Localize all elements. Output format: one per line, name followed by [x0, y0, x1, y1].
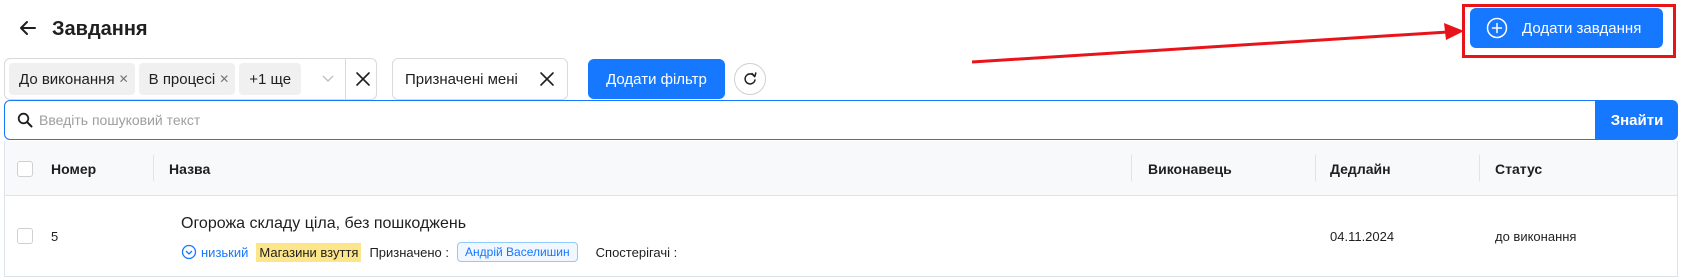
- add-filter-button[interactable]: Додати фільтр: [588, 59, 725, 99]
- status-filter-select[interactable]: До виконання ✕ В процесі ✕ +1 ще: [4, 58, 377, 100]
- divider: [345, 59, 346, 99]
- watchers-label-text: Спостерігачі: [595, 244, 671, 260]
- column-header-deadline[interactable]: Дедлайн: [1330, 141, 1391, 196]
- status-more-tag[interactable]: +1 ще: [239, 63, 302, 95]
- column-divider: [1131, 155, 1132, 181]
- column-header-status[interactable]: Статус: [1495, 141, 1542, 196]
- assigned-label: Призначено :: [369, 244, 450, 260]
- close-icon[interactable]: ✕: [119, 72, 129, 86]
- column-divider: [1315, 155, 1316, 181]
- close-icon[interactable]: [537, 69, 557, 89]
- store-tag: Магазини взуття: [256, 242, 362, 262]
- page-title: Завдання: [52, 18, 148, 40]
- column-header-assignee[interactable]: Виконавець: [1148, 141, 1232, 196]
- status-tag-label: В процесі: [148, 70, 216, 88]
- add-task-label: Додати завдання: [1522, 19, 1642, 37]
- column-header-number[interactable]: Номер: [51, 141, 96, 196]
- chevron-down-icon[interactable]: [321, 71, 335, 87]
- task-number: 5: [51, 229, 59, 244]
- clear-status-filter-icon[interactable]: [353, 69, 373, 89]
- assigned-filter-label: Призначені мені: [405, 70, 518, 88]
- task-meta: низький Магазини взуття Призначено : Анд…: [181, 241, 677, 263]
- task-title[interactable]: Огорожа складу ціла, без пошкоджень: [181, 215, 466, 233]
- select-all-checkbox[interactable]: [17, 160, 33, 177]
- table-header: Номер Назва Виконавець Дедлайн Статус: [5, 141, 1677, 196]
- close-icon[interactable]: ✕: [219, 72, 229, 86]
- assigned-label-text: Призначено: [369, 244, 442, 260]
- priority-label: низький: [201, 244, 249, 260]
- select-all-cell: [17, 141, 33, 196]
- status-tag-label: До виконання: [19, 70, 115, 88]
- row-checkbox[interactable]: [17, 228, 33, 244]
- reset-filters-button[interactable]: [734, 63, 766, 95]
- column-divider: [1479, 155, 1480, 181]
- assigned-to-me-filter[interactable]: Призначені мені: [392, 58, 568, 100]
- chevron-down-circle-icon: [181, 244, 197, 260]
- table-row[interactable]: 5 Огорожа складу ціла, без пошкоджень ни…: [5, 197, 1677, 277]
- search-icon: [17, 112, 33, 128]
- tasks-table: Номер Назва Виконавець Дедлайн Статус 5 …: [4, 141, 1678, 277]
- row-select-cell: [17, 228, 33, 244]
- refresh-icon: [744, 72, 757, 85]
- search-box[interactable]: [4, 100, 1596, 140]
- status-tag[interactable]: В процесі ✕: [138, 63, 236, 95]
- back-arrow-icon[interactable]: [18, 16, 38, 40]
- plus-circle-icon: [1486, 17, 1508, 39]
- tasks-page: Завдання Додати завдання До виконання ✕ …: [0, 0, 1682, 277]
- watchers-label: Спостерігачі :: [595, 244, 678, 260]
- task-status: до виконання: [1495, 229, 1577, 244]
- status-tag[interactable]: До виконання ✕: [9, 63, 135, 95]
- task-deadline: 04.11.2024: [1330, 229, 1395, 244]
- search-button[interactable]: Знайти: [1596, 100, 1678, 140]
- column-divider: [153, 155, 154, 181]
- assignee-chip[interactable]: Андрій Васелишин: [457, 242, 578, 262]
- search-input[interactable]: [39, 102, 1595, 138]
- column-header-name[interactable]: Назва: [169, 141, 210, 196]
- annotation-arrow: [971, 23, 1464, 64]
- add-task-button[interactable]: Додати завдання: [1470, 8, 1663, 48]
